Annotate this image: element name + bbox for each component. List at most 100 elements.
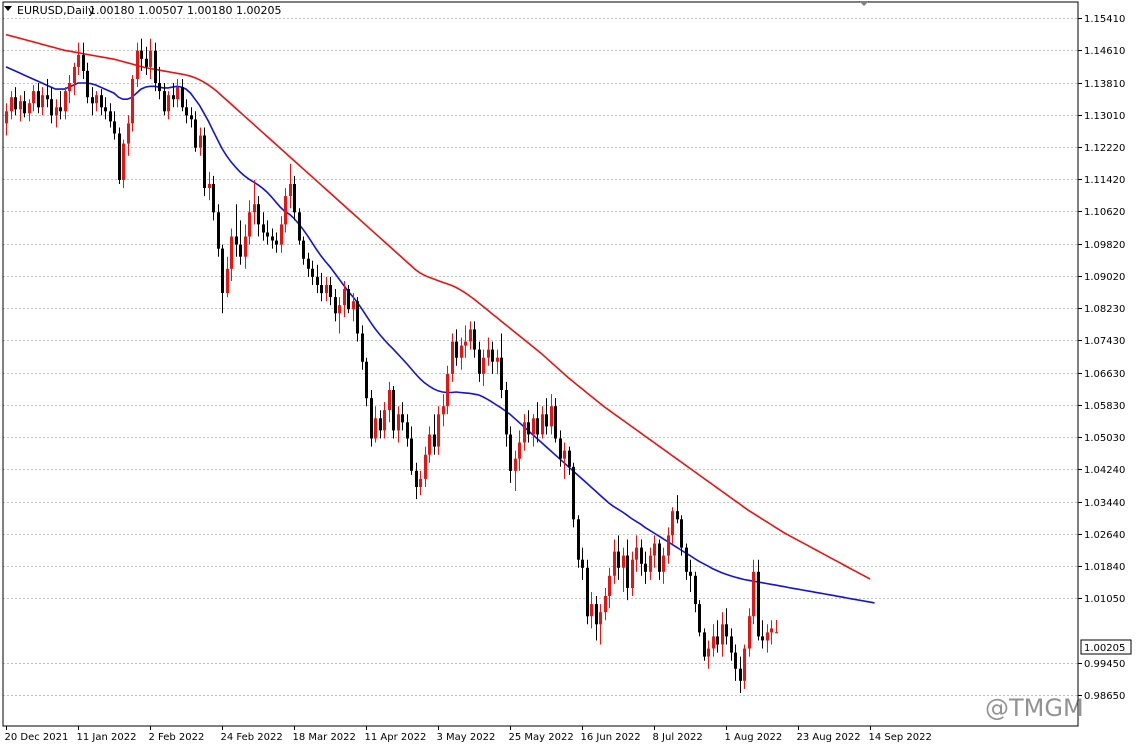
candle-body [559, 438, 562, 459]
candle-body [523, 422, 526, 443]
candle [131, 75, 134, 132]
candle-body [325, 285, 328, 294]
candle [716, 620, 719, 653]
candle-body [127, 123, 130, 144]
candle [667, 527, 670, 564]
candle [550, 394, 553, 435]
x-tick-label: 8 Jul 2022 [653, 732, 703, 743]
candle [298, 208, 301, 245]
candle-body [401, 414, 404, 423]
candle-body [95, 95, 98, 104]
candle-body [550, 406, 553, 427]
chart-container: 1.15410 1.14610 1.13810 1.13010 1.12220 1.114… [0, 0, 1136, 749]
candle-body [383, 410, 386, 431]
candle [280, 216, 283, 253]
candle-body [514, 458, 517, 471]
axes: 1.15410 1.14610 1.13810 1.13010 1.12220 1.114… [2, 1, 1125, 743]
candle-body [212, 184, 215, 213]
candle-body [478, 349, 481, 374]
candle-body [568, 450, 571, 467]
y-tick-label: 1.12220 [1084, 143, 1125, 154]
candle-body [185, 107, 188, 116]
candle-body [149, 50, 152, 67]
candle [320, 272, 323, 302]
candle [109, 103, 112, 128]
candle-body [487, 349, 490, 358]
ohlc-readout: 1.00180 1.00507 1.00180 1.00205 [89, 4, 281, 17]
candle [374, 406, 377, 443]
x-tick-label: 2 Feb 2022 [149, 732, 205, 743]
candle [536, 402, 539, 443]
candle [23, 91, 26, 118]
candle-body [361, 333, 364, 362]
candle [644, 551, 647, 584]
candle [532, 414, 535, 447]
candle-body [82, 54, 85, 71]
candle [266, 220, 269, 245]
candle-body [491, 349, 494, 362]
candle-body [613, 551, 616, 576]
y-tick-label: 1.09820 [1084, 240, 1125, 251]
candle [748, 608, 751, 657]
candle [518, 430, 521, 471]
candle-body [68, 83, 71, 92]
candle-body [356, 301, 359, 334]
candle [86, 62, 89, 104]
candle-body [775, 632, 778, 634]
candle [194, 111, 197, 152]
candle-body [370, 398, 373, 439]
candle [734, 644, 737, 681]
candle-body [244, 236, 247, 257]
candle-body [307, 258, 310, 269]
candle-body [649, 555, 652, 572]
candle-body [199, 135, 202, 148]
candle [5, 103, 8, 136]
candle [284, 188, 287, 233]
candle-body [226, 268, 229, 293]
candle-body [554, 406, 557, 439]
candle [761, 620, 764, 649]
candle [689, 559, 692, 592]
candle-body [194, 119, 197, 148]
candle [316, 264, 319, 294]
x-tick-label: 11 Apr 2022 [365, 732, 427, 743]
candle [455, 329, 458, 366]
candle-body [703, 632, 706, 657]
candle-body [239, 244, 242, 257]
candle-body [293, 184, 296, 213]
candle-body [392, 390, 395, 431]
candle [307, 252, 310, 277]
y-tick-label: 0.98650 [1084, 691, 1125, 702]
candle [662, 547, 665, 584]
candle-body [64, 91, 67, 112]
chart-menu-triangle-icon[interactable] [4, 6, 12, 11]
candle-body [604, 596, 607, 613]
candle [617, 535, 620, 580]
candle-body [311, 268, 314, 277]
candle-body [154, 50, 157, 83]
candle-body [752, 571, 755, 617]
chart-shift-marker-icon[interactable] [859, 1, 869, 6]
candle [770, 620, 773, 645]
candle-body [275, 240, 278, 245]
price-chart[interactable]: 1.15410 1.14610 1.13810 1.13010 1.12220 1.114… [0, 0, 1136, 749]
y-tick-label: 0.99450 [1084, 659, 1125, 670]
candle [505, 381, 508, 447]
candle-body [37, 91, 40, 108]
candle-body [590, 604, 593, 617]
candle-body [640, 547, 643, 564]
y-tick-label: 1.02640 [1084, 530, 1125, 541]
candle [721, 612, 724, 657]
candle-body [347, 289, 350, 310]
candle [653, 535, 656, 568]
candle-body [32, 91, 35, 104]
x-tick-label: 3 May 2022 [437, 732, 496, 743]
watermark: @TMGM [985, 694, 1084, 722]
candle-body [608, 575, 611, 596]
candle [478, 341, 481, 382]
candle-body [50, 99, 53, 116]
candle [577, 515, 580, 568]
candle [41, 87, 44, 116]
candle-body [41, 95, 44, 108]
candle [64, 87, 67, 120]
